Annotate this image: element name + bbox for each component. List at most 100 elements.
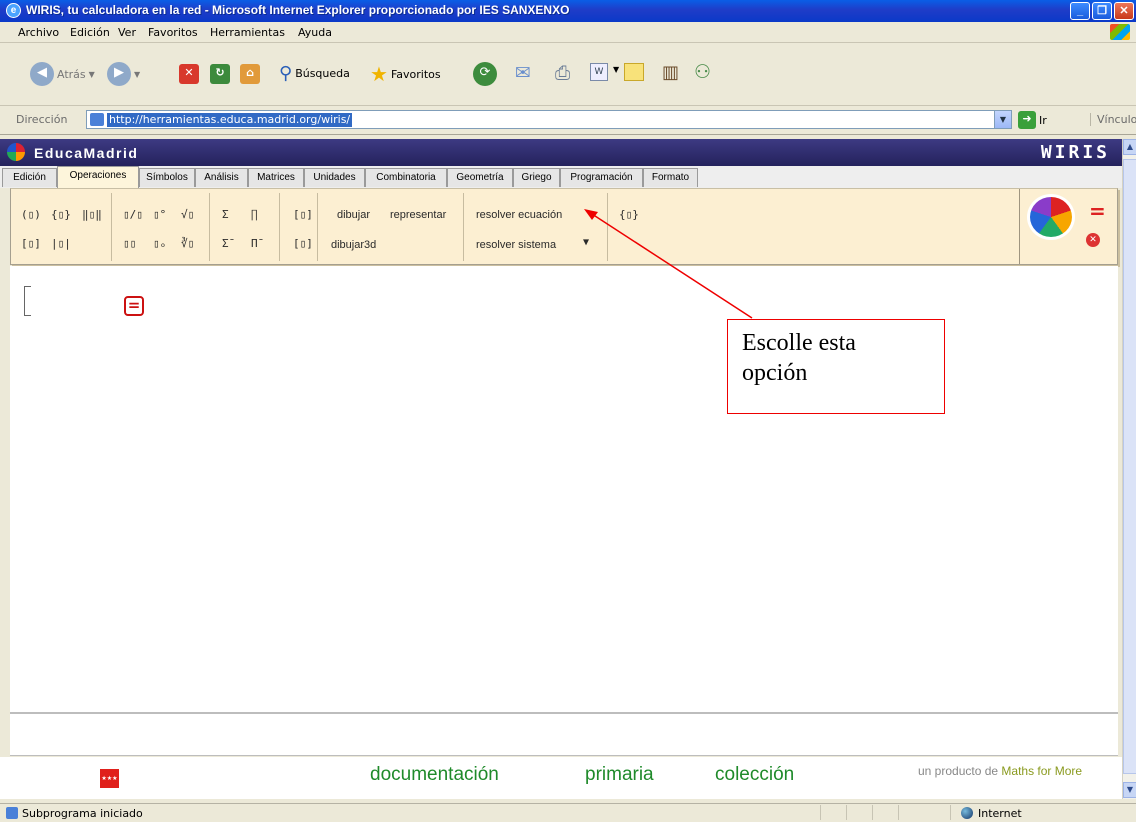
wiris-logo-icon [1027,194,1075,240]
stop-icon[interactable]: ✕ [179,64,199,84]
calculate-equals-icon[interactable]: = [1089,199,1106,223]
palette-fraction[interactable]: ▯/▯ [123,208,143,221]
tab-geometria[interactable]: Geometría [447,168,513,187]
palette-abs[interactable]: |▯| [51,237,71,250]
home-icon[interactable]: ⌂ [240,64,260,84]
edit-dropdown-icon[interactable]: ▼ [613,65,619,74]
annotation-line-2: opción [742,360,808,386]
palette-piecewise[interactable]: {▯} [619,208,639,221]
tab-formato[interactable]: Formato [643,168,698,187]
word-edit-icon[interactable]: W [590,63,608,81]
credit-text: un producto de Maths for More [918,764,1082,778]
link-documentacion[interactable]: documentación [370,764,499,786]
tab-operaciones[interactable]: Operaciones [57,166,139,188]
minimize-button[interactable]: _ [1070,2,1090,20]
palette-sum-limits[interactable]: Σ̄ [222,237,229,250]
scroll-up-icon[interactable]: ▲ [1123,139,1136,155]
annotation-line-1: Escolle esta [742,330,856,356]
back-button[interactable]: ◀ Atrás ▼ [30,62,95,86]
links-label[interactable]: Vínculos [1090,113,1136,126]
input-cursor-box[interactable] [24,286,31,316]
scroll-down-icon[interactable]: ▼ [1123,782,1136,798]
palette-more-dropdown-icon[interactable]: ▼ [583,237,589,248]
go-button[interactable]: ➜ Ir [1018,111,1047,129]
palette-bracket[interactable]: [▯] [293,208,313,221]
vertical-scrollbar[interactable]: ▲ ▼ [1122,139,1136,799]
maximize-button[interactable]: ❐ [1092,2,1112,20]
tab-programacion[interactable]: Programación [560,168,643,187]
palette-product[interactable]: ∏ [251,208,258,221]
tab-simbolos[interactable]: Símbolos [139,168,195,187]
address-input[interactable]: http://herramientas.educa.madrid.org/wir… [86,110,1012,129]
go-arrow-icon: ➜ [1018,111,1036,129]
back-dropdown-icon: ▼ [88,69,95,79]
link-primaria[interactable]: primaria [585,764,654,786]
wiris-tabs: Edición Operaciones Símbolos Análisis Ma… [0,166,1122,188]
palette-floor[interactable]: [▯] [21,237,41,250]
palette-separator [279,193,280,261]
menu-archivo[interactable]: Archivo [18,26,59,39]
educamadrid-logo-icon [7,143,25,161]
link-coleccion[interactable]: colección [715,764,794,786]
formula-editor[interactable]: = [10,266,1118,712]
tab-edicion[interactable]: Edición [2,168,57,187]
mail-icon[interactable]: ✉ [515,62,531,84]
tab-combinatoria[interactable]: Combinatoria [365,168,447,187]
palette-norm[interactable]: ‖▯‖ [82,208,102,221]
credit-brand[interactable]: Maths for More [1001,764,1082,778]
menu-herramientas[interactable]: Herramientas [210,26,285,39]
address-dropdown-icon[interactable]: ▼ [994,111,1011,128]
notes-icon[interactable] [624,63,644,81]
palette-product-limits[interactable]: Π̄ [251,237,258,250]
status-separator [846,805,847,820]
palette-bracket-2[interactable]: [▯] [293,237,313,250]
scroll-thumb[interactable] [1123,159,1136,774]
refresh-icon[interactable]: ↻ [210,64,230,84]
palette-dibujar3d[interactable]: dibujar3d [331,239,376,251]
credit-prefix: un producto de [918,764,999,778]
palette-subscript[interactable]: ▯ₒ [153,237,166,250]
search-button[interactable]: ⚲ Búsqueda [279,63,350,84]
palette-separator [209,193,210,261]
forward-button[interactable]: ▶ ▼ [107,62,140,86]
palette-representar[interactable]: representar [390,209,446,221]
palette-resolver-ecuacion[interactable]: resolver ecuación [476,209,562,221]
menu-favoritos[interactable]: Favoritos [148,26,198,39]
palette-sum[interactable]: Σ [222,208,229,221]
palette-resolver-sistema[interactable]: resolver sistema [476,239,556,251]
browser-toolbar: ◀ Atrás ▼ ▶ ▼ ✕ ↻ ⌂ ⚲ Búsqueda ★ Favorit… [0,43,1136,106]
palette-dibujar[interactable]: dibujar [337,209,370,221]
address-bar: Dirección http://herramientas.educa.madr… [0,106,1136,135]
research-icon[interactable]: ▥ [662,62,679,83]
palette-nthroot[interactable]: ∛▯ [181,237,194,250]
address-url[interactable]: http://herramientas.educa.madrid.org/wir… [107,113,353,127]
internet-zone-icon [961,807,973,819]
messenger-icon[interactable]: ⚇ [694,61,711,83]
forward-dropdown-icon: ▼ [134,69,141,79]
favorites-label: Favoritos [390,67,441,81]
tab-matrices[interactable]: Matrices [248,168,304,187]
print-icon[interactable]: ⎙ [555,62,570,84]
palette-braces[interactable]: {▯} [51,208,71,221]
tab-griego[interactable]: Griego [513,168,560,187]
cancel-icon[interactable]: ✕ [1086,233,1100,247]
palette-separator [317,193,318,261]
star-icon: ★ [370,62,388,86]
palette-parentheses[interactable]: (▯) [21,208,41,221]
forward-arrow-icon: ▶ [107,62,131,86]
page-icon [90,113,104,126]
menu-ayuda[interactable]: Ayuda [298,26,332,39]
menu-edicion[interactable]: Edición [70,26,110,39]
favorites-button[interactable]: ★ Favoritos [370,62,441,86]
menu-ver[interactable]: Ver [118,26,136,39]
palette-juxtapose[interactable]: ▯▯ [123,237,136,250]
status-text: Subprograma iniciado [22,807,143,820]
history-icon[interactable]: ⟳ [473,62,497,86]
search-icon: ⚲ [279,63,293,84]
palette-power[interactable]: ▯° [153,208,166,221]
calculate-button[interactable]: = [124,296,144,316]
tab-analisis[interactable]: Análisis [195,168,248,187]
palette-sqrt[interactable]: √▯ [181,208,194,221]
close-button[interactable]: ✕ [1114,2,1134,20]
tab-unidades[interactable]: Unidades [304,168,365,187]
